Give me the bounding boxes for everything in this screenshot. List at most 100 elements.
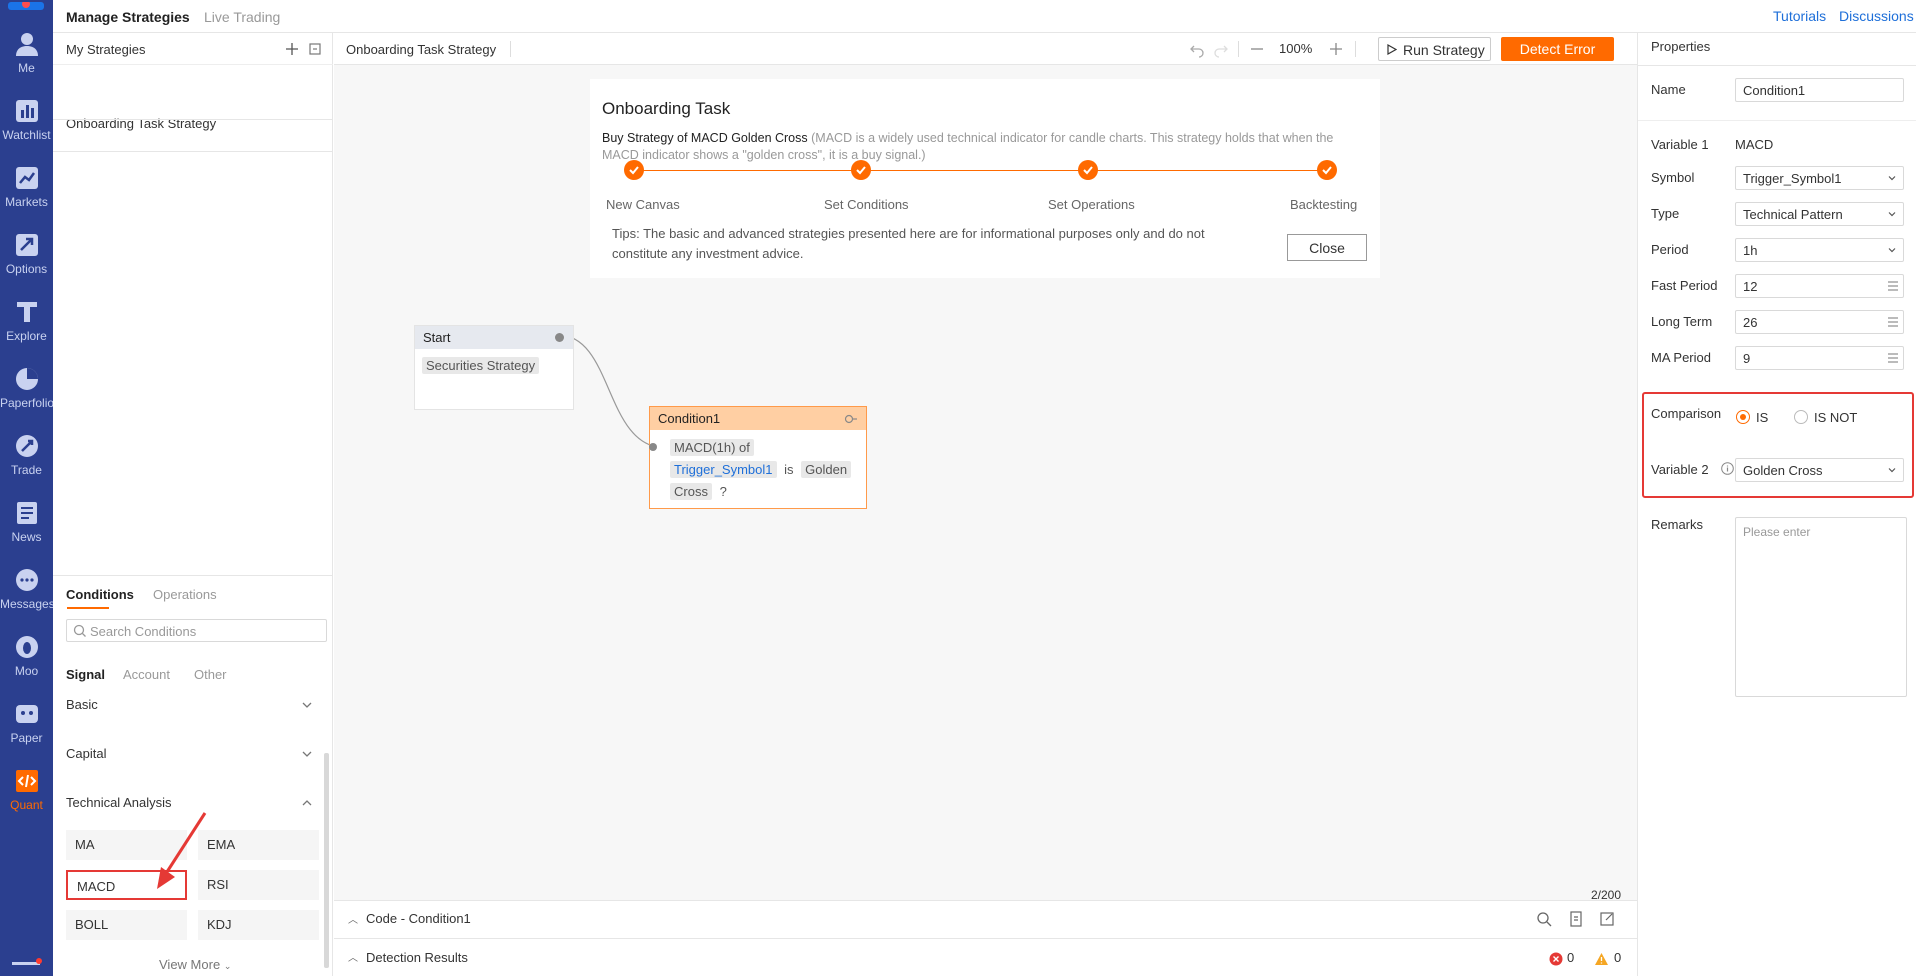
run-strategy-button[interactable]: Run Strategy [1378, 37, 1491, 61]
group-basic[interactable]: Basic [53, 697, 323, 727]
variable2-value: Golden Cross [1743, 463, 1823, 478]
chevron-down-icon: ⌄ [223, 961, 232, 971]
radio-is-not[interactable] [1794, 410, 1808, 424]
variable2-select[interactable]: Golden Cross [1735, 458, 1904, 482]
app-logo [0, 0, 53, 10]
view-more-label: View More [159, 957, 221, 972]
edit-icon[interactable] [1598, 910, 1616, 928]
symbol-select[interactable]: Trigger_Symbol1 [1735, 166, 1904, 190]
moo-icon [15, 636, 38, 658]
tab-conditions[interactable]: Conditions [66, 587, 134, 602]
nav-item-options[interactable]: Options [0, 231, 53, 297]
bar-chart-icon [15, 100, 38, 122]
period-value: 1h [1743, 243, 1758, 258]
code-panel-bar[interactable]: ︿ Code - Condition1 [334, 900, 1637, 938]
start-node[interactable]: Start Securities Strategy [414, 325, 574, 410]
nav-item-explore[interactable]: Explore [0, 298, 53, 364]
condition-rsi[interactable]: RSI [198, 870, 319, 900]
chevron-down-icon [1888, 212, 1896, 217]
symbol-chip[interactable]: Trigger_Symbol1 [670, 461, 777, 478]
input-port[interactable] [649, 443, 657, 451]
type-select[interactable]: Technical Pattern [1735, 202, 1904, 226]
my-strategies-header: My Strategies [53, 33, 333, 65]
refresh-icon[interactable] [306, 40, 324, 58]
radio-is-label: IS [1756, 410, 1769, 425]
condition-ema[interactable]: EMA [198, 830, 319, 860]
stepper-icon[interactable] [1887, 279, 1899, 293]
scrollbar[interactable] [324, 753, 329, 968]
chevron-down-icon [302, 702, 312, 708]
fast-period-label: Fast Period [1651, 278, 1718, 293]
subtab-account[interactable]: Account [123, 667, 170, 682]
play-icon [1387, 44, 1397, 55]
trade-icon [15, 435, 38, 457]
long-term-input[interactable]: 26 [1735, 310, 1904, 334]
strategies-panel: My Strategies Onboarding Task Strategy C… [53, 33, 333, 976]
chevron-up-icon: ︿ [348, 915, 358, 926]
pie-icon [15, 368, 38, 390]
step-check-icon [851, 160, 871, 180]
nav-item-watchlist[interactable]: Watchlist [0, 97, 53, 163]
paper-icon [15, 705, 38, 723]
code-icon [15, 770, 38, 792]
zoom-level: 100% [1279, 41, 1313, 56]
step-label: Set Conditions [824, 197, 909, 212]
detection-results-bar[interactable]: ︿ Detection Results 0 0 [334, 938, 1637, 976]
warning-count: 0 [1614, 950, 1622, 965]
nav-item-quant[interactable]: Quant [0, 767, 53, 833]
remarks-textarea[interactable]: Please enter [1735, 517, 1907, 697]
divider [1638, 120, 1916, 121]
condition-kdj[interactable]: KDJ [198, 910, 319, 940]
nav-item-me[interactable]: Me [0, 30, 53, 96]
ma-period-input[interactable]: 9 [1735, 346, 1904, 370]
redo-icon[interactable] [1212, 40, 1230, 58]
output-port[interactable] [555, 333, 564, 342]
fast-period-input[interactable]: 12 [1735, 274, 1904, 298]
group-capital[interactable]: Capital [53, 746, 323, 776]
onboarding-title: Onboarding Task [602, 99, 731, 118]
condition-boll[interactable]: BOLL [66, 910, 187, 940]
close-button[interactable]: Close [1287, 234, 1367, 261]
chevron-down-icon [1888, 248, 1896, 253]
tab-manage-strategies[interactable]: Manage Strategies [66, 9, 190, 25]
detect-error-button[interactable]: Detect Error [1501, 37, 1614, 61]
warning-icon [1595, 953, 1608, 965]
subtab-signal[interactable]: Signal [66, 667, 105, 682]
tutorials-link[interactable]: Tutorials [1773, 8, 1826, 24]
nav-item-trade[interactable]: Trade [0, 432, 53, 498]
tab-live-trading[interactable]: Live Trading [204, 9, 280, 25]
search-conditions-input[interactable]: Search Conditions [66, 619, 327, 642]
add-icon[interactable] [283, 40, 301, 58]
nav-item-moo[interactable]: Moo [0, 633, 53, 699]
tab-operations[interactable]: Operations [153, 587, 217, 602]
discussions-link[interactable]: Discussions [1839, 8, 1914, 24]
radio-is[interactable] [1736, 410, 1750, 424]
zoom-out-icon[interactable] [1248, 40, 1266, 58]
subtab-other[interactable]: Other [194, 667, 227, 682]
stepper-icon[interactable] [1887, 351, 1899, 365]
run-strategy-label: Run Strategy [1403, 42, 1485, 58]
document-icon[interactable] [1567, 910, 1585, 928]
search-icon[interactable] [1535, 910, 1553, 928]
name-field[interactable]: Condition1 [1735, 78, 1904, 102]
undo-icon[interactable] [1188, 40, 1206, 58]
symbol-label: Symbol [1651, 170, 1695, 185]
step-check-icon [624, 160, 644, 180]
strategy-list-item[interactable]: Onboarding Task Strategy [53, 66, 333, 152]
fast-period-value: 12 [1743, 279, 1758, 294]
stepper-icon[interactable] [1887, 315, 1899, 329]
toggle-icon[interactable] [844, 413, 858, 425]
nav-item-news[interactable]: News [0, 499, 53, 565]
step-label: Set Operations [1048, 197, 1135, 212]
nav-item-paper[interactable]: Paper [0, 700, 53, 766]
search-placeholder: Search Conditions [90, 624, 197, 639]
zoom-in-icon[interactable] [1327, 40, 1345, 58]
nav-item-messages[interactable]: Messages [0, 566, 55, 632]
condition1-node[interactable]: Condition1 MACD(1h) of Trigger_Symbol1 i… [649, 406, 867, 509]
view-more-button[interactable]: View More ⌄ [159, 957, 231, 972]
period-select[interactable]: 1h [1735, 238, 1904, 262]
condition-expression: MACD(1h) of Trigger_Symbol1 is Golden Cr… [670, 437, 862, 503]
nav-item-markets[interactable]: Markets [0, 164, 53, 230]
info-icon[interactable] [1721, 462, 1734, 475]
nav-item-paperfolio[interactable]: Paperfolio [0, 365, 54, 431]
